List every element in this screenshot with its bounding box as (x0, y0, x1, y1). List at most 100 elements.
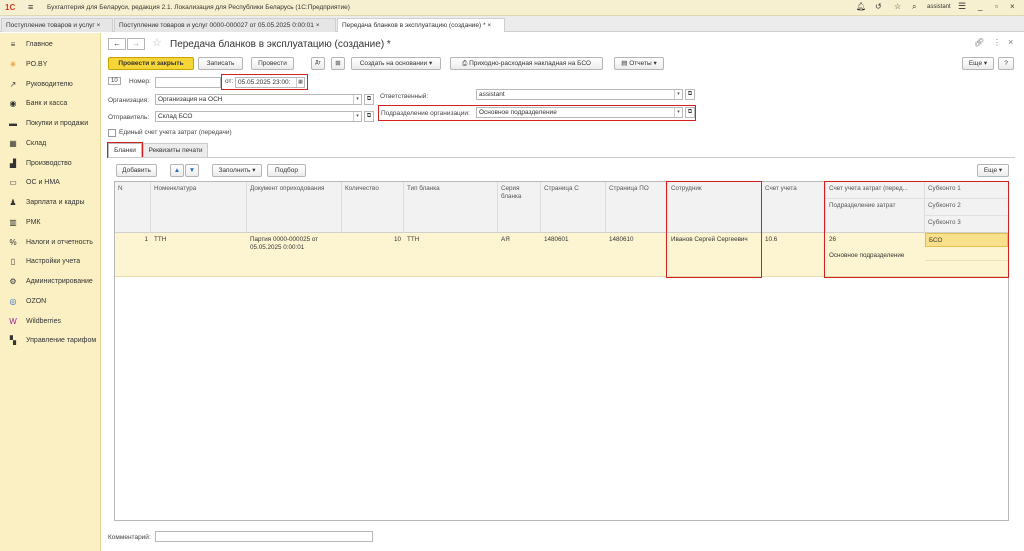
cell-cost-dept[interactable]: Основное подразделение (826, 249, 925, 265)
department-field[interactable]: Основное подразделение ▾ (476, 107, 683, 118)
bell-icon[interactable]: 🔔︎ (856, 2, 866, 11)
dropdown-icon[interactable]: ▾ (674, 90, 682, 99)
cell-employee[interactable]: Иванов Сергей Сергеевич (668, 233, 762, 277)
cell-sub1[interactable]: БСО (925, 233, 1008, 247)
sidebar-item[interactable]: ▚ Управление тарифом (0, 333, 101, 349)
post-and-close-button[interactable]: Провести и закрыть (108, 57, 194, 70)
sidebar-item[interactable]: ▬ Покупки и продажи (0, 116, 101, 132)
sidebar-item[interactable]: ⚙ Администрирование (0, 274, 101, 290)
sender-field[interactable]: Склад БСО ▾ (155, 111, 362, 122)
tab-receipt-doc[interactable]: Поступление товаров и услуг 0000-000027 … (114, 18, 336, 32)
sidebar-item[interactable]: ♟ Зарплата и кадры (0, 195, 101, 211)
link-icon[interactable]: 🔗︎ (974, 38, 984, 47)
sidebar-item[interactable]: ▟ Производство (0, 156, 101, 172)
dropdown-icon[interactable]: ▾ (353, 112, 361, 121)
cell-cost-account[interactable]: 26 (826, 233, 925, 249)
responsible-field[interactable]: assistant ▾ (476, 89, 683, 100)
sidebar-item[interactable]: ▭ ОС и НМА (0, 175, 101, 191)
col-item[interactable]: Номенклатура (151, 182, 247, 233)
cell-item[interactable]: ТТН (151, 233, 247, 277)
close-icon[interactable]: × (1010, 2, 1015, 11)
cell-type[interactable]: ТТН (404, 233, 498, 277)
org-open-icon[interactable]: ⧉ (364, 94, 374, 105)
more-vert-icon[interactable]: ⋮ (993, 38, 1001, 47)
maximize-icon[interactable]: ▫ (995, 2, 998, 11)
cell-sub3[interactable] (925, 261, 1008, 275)
org-field[interactable]: Организация на ОСН ▾ (155, 94, 362, 105)
col-type[interactable]: Тип бланка (404, 182, 498, 233)
col-series[interactable]: Серия бланка (498, 182, 541, 233)
sender-open-icon[interactable]: ⧉ (364, 111, 374, 122)
subtab-blanks[interactable]: Бланки (108, 143, 142, 157)
sidebar-item[interactable]: ▯ Настройки учета (0, 254, 101, 270)
search-icon[interactable]: ⌕ (912, 2, 916, 12)
subtab-print-details[interactable]: Реквизиты печати (143, 143, 208, 157)
col-n[interactable]: N (115, 182, 151, 233)
sidebar-item[interactable]: % Налоги и отчетность (0, 235, 101, 251)
cell-series[interactable]: АЯ (498, 233, 541, 277)
select-button[interactable]: Подбор (267, 164, 306, 177)
settings-menu-icon[interactable]: ☰ (958, 1, 966, 12)
cell-doc[interactable]: Партия 0000-000025 от 05.05.2025 0:00:01 (247, 233, 342, 277)
cell-account[interactable]: 10.6 (762, 233, 826, 277)
table-more-button[interactable]: Еще ▾ (977, 164, 1009, 177)
move-up-button[interactable]: ▲ (170, 164, 184, 177)
col-account[interactable]: Счет учета (762, 182, 826, 233)
col-subconto[interactable]: Субконто 1 Субконто 2 Субконто 3 (925, 182, 1008, 233)
col-page-to[interactable]: Страница ПО (606, 182, 668, 233)
fill-button[interactable]: Заполнить ▾ (212, 164, 262, 177)
minimize-icon[interactable]: _ (978, 2, 982, 11)
dt-kt-icon[interactable]: Дт (311, 57, 325, 70)
dropdown-icon[interactable]: ▾ (353, 95, 361, 104)
col-employee[interactable]: Сотрудник (668, 182, 762, 233)
save-button[interactable]: Записать (198, 57, 243, 70)
sidebar-item[interactable]: ▥ РМК (0, 215, 101, 231)
structure-icon[interactable]: ⊞ (331, 57, 345, 70)
cell-sub2[interactable] (925, 247, 1008, 261)
history-icon[interactable]: ↺ (875, 2, 882, 11)
more-button[interactable]: Еще ▾ (962, 57, 994, 70)
col-sub3-label: Субконто 3 (928, 219, 961, 226)
number-field[interactable] (155, 77, 221, 88)
sidebar-item[interactable]: ◉ Банк и касса (0, 96, 101, 112)
sidebar-item[interactable]: ▦ Склад (0, 136, 101, 152)
cell-qty[interactable]: 10 (342, 233, 404, 277)
sidebar-item[interactable]: ◎ OZON (0, 294, 101, 310)
sidebar-item[interactable]: ✳ PO.BY (0, 57, 101, 73)
back-button[interactable]: ← (108, 38, 126, 50)
col-page-from[interactable]: Страница С (541, 182, 606, 233)
forward-button[interactable]: → (127, 38, 145, 50)
sidebar-item[interactable]: W Wildberries (0, 314, 101, 330)
responsible-open-icon[interactable]: ⧉ (685, 89, 695, 100)
calendar-icon[interactable]: ▦ (296, 78, 304, 87)
sidebar: ≡ Главное ✳ PO.BY ↗ Руководителю ◉ Банк и касса… (0, 33, 101, 551)
sidebar-item[interactable]: ≡ Главное (0, 37, 101, 53)
date-field[interactable]: 05.05.2025 23:00: ▦ (235, 77, 305, 88)
settings-icon: ▯ (10, 257, 16, 267)
page-title: Передача бланков в эксплуатацию (создани… (170, 39, 391, 50)
main-menu-icon[interactable]: ≡ (28, 2, 33, 12)
move-down-button[interactable]: ▼ (185, 164, 199, 177)
sidebar-item[interactable]: ↗ Руководителю (0, 77, 101, 93)
col-doc[interactable]: Документ оприходования (247, 182, 342, 233)
department-open-icon[interactable]: ⧉ (685, 107, 695, 118)
add-row-button[interactable]: Добавить (116, 164, 157, 177)
cell-page-to[interactable]: 1480610 (606, 233, 668, 277)
single-account-checkbox[interactable] (108, 129, 116, 137)
dropdown-icon[interactable]: ▾ (674, 108, 682, 117)
comment-field[interactable] (155, 531, 373, 542)
tab-receipts[interactable]: Поступление товаров и услуг × (1, 18, 113, 32)
invoice-print-button[interactable]: ⎙ Приходно-расходная накладная на БСО (450, 57, 603, 70)
tab-blank-transfer[interactable]: Передача бланков в эксплуатацию (создани… (337, 18, 505, 32)
form-close-icon[interactable]: × (1008, 37, 1013, 47)
cell-page-from[interactable]: 1480601 (541, 233, 606, 277)
help-button[interactable]: ? (998, 57, 1014, 70)
col-cost-account[interactable]: Счет учета затрат (перед... Подразделени… (826, 182, 925, 233)
post-button[interactable]: Провести (251, 57, 294, 70)
reports-button[interactable]: ▤ Отчеты ▾ (614, 57, 664, 70)
favorites-icon[interactable]: ☆ (894, 2, 901, 11)
bank-icon: ◉ (9, 99, 17, 109)
favorite-star-icon[interactable]: ☆ (152, 36, 162, 49)
col-qty[interactable]: Количество (342, 182, 404, 233)
create-based-button[interactable]: Создать на основании ▾ (351, 57, 441, 70)
